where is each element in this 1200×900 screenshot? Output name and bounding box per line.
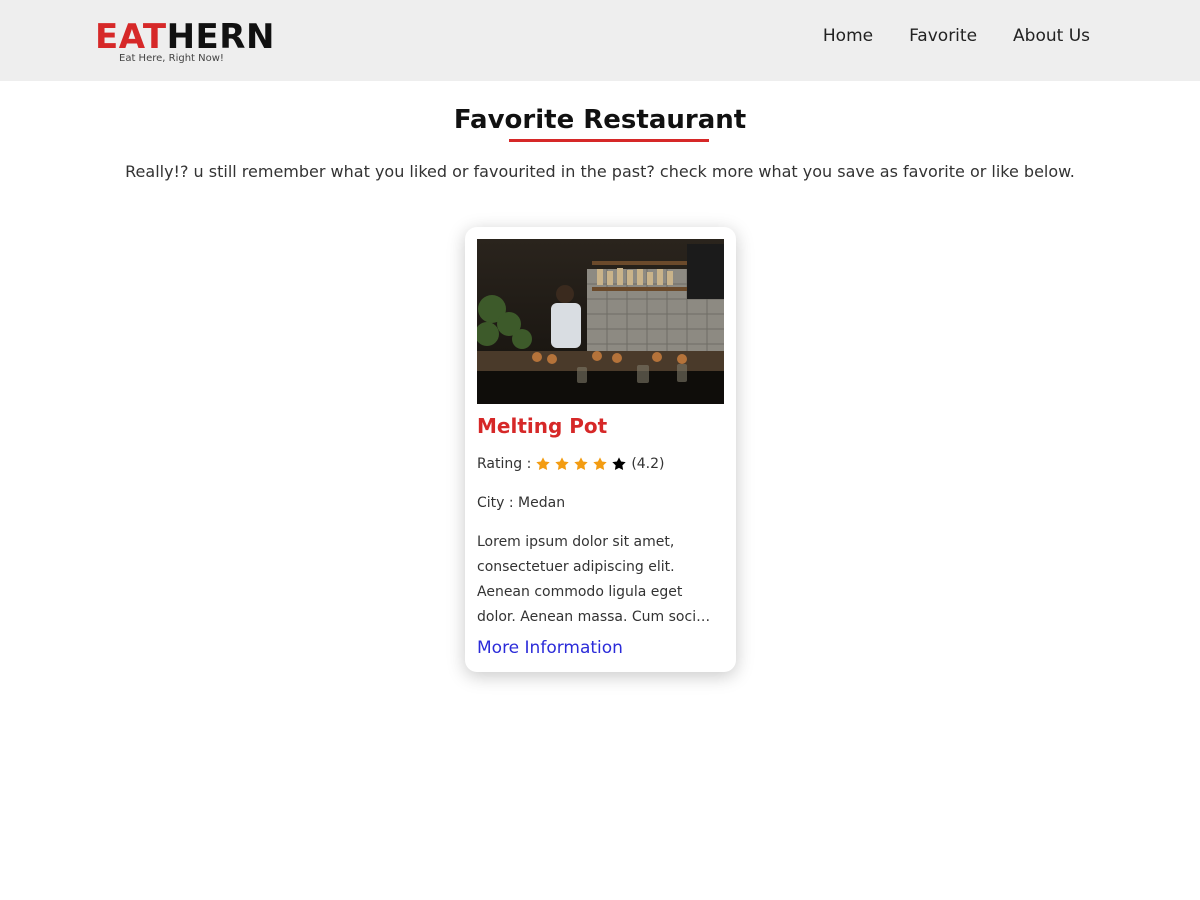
rating-label: Rating : bbox=[477, 456, 532, 472]
nav-link-home[interactable]: Home bbox=[823, 24, 873, 48]
page-title: Favorite Restaurant bbox=[453, 105, 747, 135]
restaurant-name[interactable]: Melting Pot bbox=[477, 413, 607, 439]
brand-tagline: Eat Here, Right Now! bbox=[119, 53, 224, 64]
restaurant-image bbox=[477, 239, 724, 404]
brand-name-red: EAT bbox=[95, 17, 167, 57]
rating-stars bbox=[535, 456, 627, 472]
star-icon bbox=[612, 457, 626, 471]
restaurant-card: Melting Pot Rating : (4.2) City : Medan … bbox=[465, 227, 736, 672]
nav-link-about-us[interactable]: About Us bbox=[1013, 24, 1090, 48]
nav-link-favorite[interactable]: Favorite bbox=[909, 24, 977, 48]
brand-logo[interactable]: EATHERN Eat Here, Right Now! bbox=[95, 17, 274, 64]
main-nav: Home Favorite About Us bbox=[823, 24, 1090, 48]
rating-value: (4.2) bbox=[631, 456, 665, 472]
brand-name-black: HERN bbox=[166, 17, 275, 57]
brand-name: EATHERN bbox=[95, 17, 274, 57]
restaurant-description: Lorem ipsum dolor sit amet, consectetuer… bbox=[477, 534, 711, 625]
star-filled-icon bbox=[536, 457, 550, 471]
star-filled-icon bbox=[593, 457, 607, 471]
site-header: EATHERN Eat Here, Right Now! Home Favori… bbox=[0, 0, 1200, 81]
page-subtitle: Really!? u still remember what you liked… bbox=[125, 162, 1075, 181]
restaurant-rating: Rating : (4.2) bbox=[477, 454, 665, 474]
restaurant-city: City : Medan bbox=[477, 495, 566, 511]
star-filled-icon bbox=[555, 457, 569, 471]
star-filled-icon bbox=[574, 457, 588, 471]
more-information-link[interactable]: More Information bbox=[477, 636, 623, 660]
title-underline bbox=[509, 139, 709, 142]
